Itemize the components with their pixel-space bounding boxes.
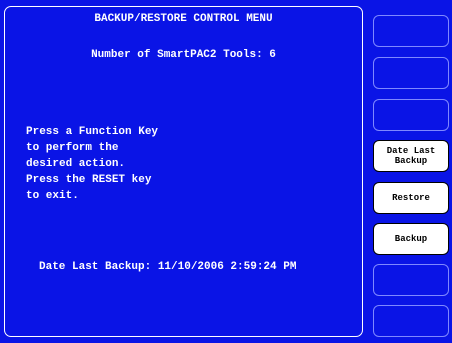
- function-key-3[interactable]: [373, 99, 449, 131]
- instruction-line: Press a Function Key: [26, 126, 159, 138]
- restore-button[interactable]: Restore: [373, 182, 449, 214]
- function-key-label: Date Last Backup: [386, 146, 436, 166]
- instruction-line: to perform the: [26, 142, 119, 154]
- instruction-line: Press the RESET key: [26, 174, 152, 186]
- function-key-7[interactable]: [373, 264, 449, 296]
- function-key-label: Restore: [392, 193, 430, 203]
- date-last-backup-button[interactable]: Date Last Backup: [373, 140, 449, 172]
- menu-title: BACKUP/RESTORE CONTROL MENU: [94, 13, 273, 25]
- function-key-8[interactable]: [373, 305, 449, 337]
- function-key-1[interactable]: [373, 15, 449, 47]
- smartpac-screen: BACKUP/RESTORE CONTROL MENU Number of Sm…: [0, 0, 452, 343]
- instruction-line: to exit.: [26, 190, 79, 202]
- backup-restore-menu-panel: BACKUP/RESTORE CONTROL MENU Number of Sm…: [4, 6, 363, 337]
- instruction-line: desired action.: [26, 158, 126, 170]
- last-backup-line: Date Last Backup: 11/10/2006 2:59:24 PM: [39, 261, 297, 273]
- function-key-label: Backup: [394, 234, 428, 244]
- backup-button[interactable]: Backup: [373, 223, 449, 255]
- instructions-text: Press a Function Key to perform the desi…: [26, 124, 158, 204]
- tools-count-line: Number of SmartPAC2 Tools: 6: [91, 49, 276, 61]
- function-key-2[interactable]: [373, 57, 449, 89]
